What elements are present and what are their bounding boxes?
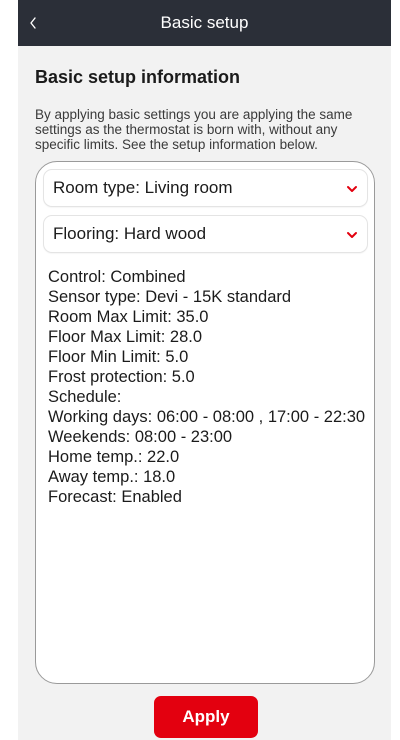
setup-info-list: Control: Combined Sensor type: Devi - 15… bbox=[48, 267, 368, 507]
room-type-dropdown[interactable]: Room type: Living room bbox=[43, 169, 368, 207]
info-line-room-max-limit: Room Max Limit: 35.0 bbox=[48, 308, 209, 326]
header-bar: Basic setup bbox=[18, 0, 391, 46]
page-title: Basic setup bbox=[160, 13, 249, 32]
info-line-sensor-type: Sensor type: Devi - 15K standard bbox=[48, 288, 292, 306]
apply-button[interactable]: Apply bbox=[154, 696, 258, 738]
info-line-schedule: Schedule: bbox=[48, 388, 122, 406]
setup-info-panel: Room type: Living room Flooring: Hard wo… bbox=[35, 161, 375, 684]
chevron-down-icon bbox=[347, 232, 357, 238]
flooring-label: Flooring: Hard wood bbox=[53, 224, 207, 243]
section-title: Basic setup information bbox=[35, 67, 241, 87]
info-line-floor-max-limit: Floor Max Limit: 28.0 bbox=[48, 328, 203, 346]
info-line-weekends: Weekends: 08:00 - 23:00 bbox=[48, 428, 233, 446]
basic-setup-screen: Basic setup Basic setup information By a… bbox=[18, 0, 391, 740]
setup-description: By applying basic settings you are apply… bbox=[35, 107, 353, 152]
info-line-home-temp: Home temp.: 22.0 bbox=[48, 448, 180, 466]
info-line-frost-protection: Frost protection: 5.0 bbox=[48, 368, 195, 386]
flooring-dropdown[interactable]: Flooring: Hard wood bbox=[43, 215, 368, 253]
info-line-floor-min-limit: Floor Min Limit: 5.0 bbox=[48, 348, 189, 366]
info-line-forecast: Forecast: Enabled bbox=[48, 488, 182, 506]
info-line-working-days: Working days: 06:00 - 08:00 , 17:00 - 22… bbox=[48, 408, 366, 426]
info-line-control: Control: Combined bbox=[48, 268, 186, 286]
room-type-label: Room type: Living room bbox=[53, 178, 233, 197]
info-line-away-temp: Away temp.: 18.0 bbox=[48, 468, 176, 486]
chevron-down-icon bbox=[347, 186, 357, 192]
